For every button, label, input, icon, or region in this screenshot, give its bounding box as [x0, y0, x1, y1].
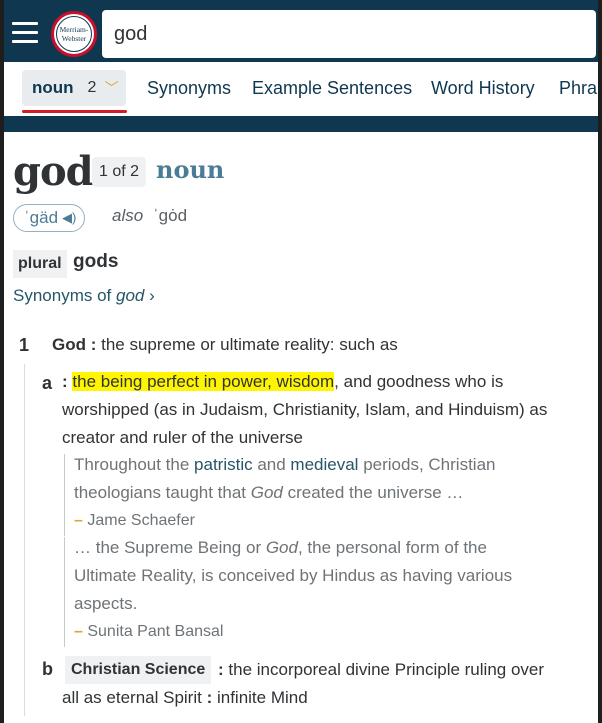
- window-frame: [0, 0, 602, 723]
